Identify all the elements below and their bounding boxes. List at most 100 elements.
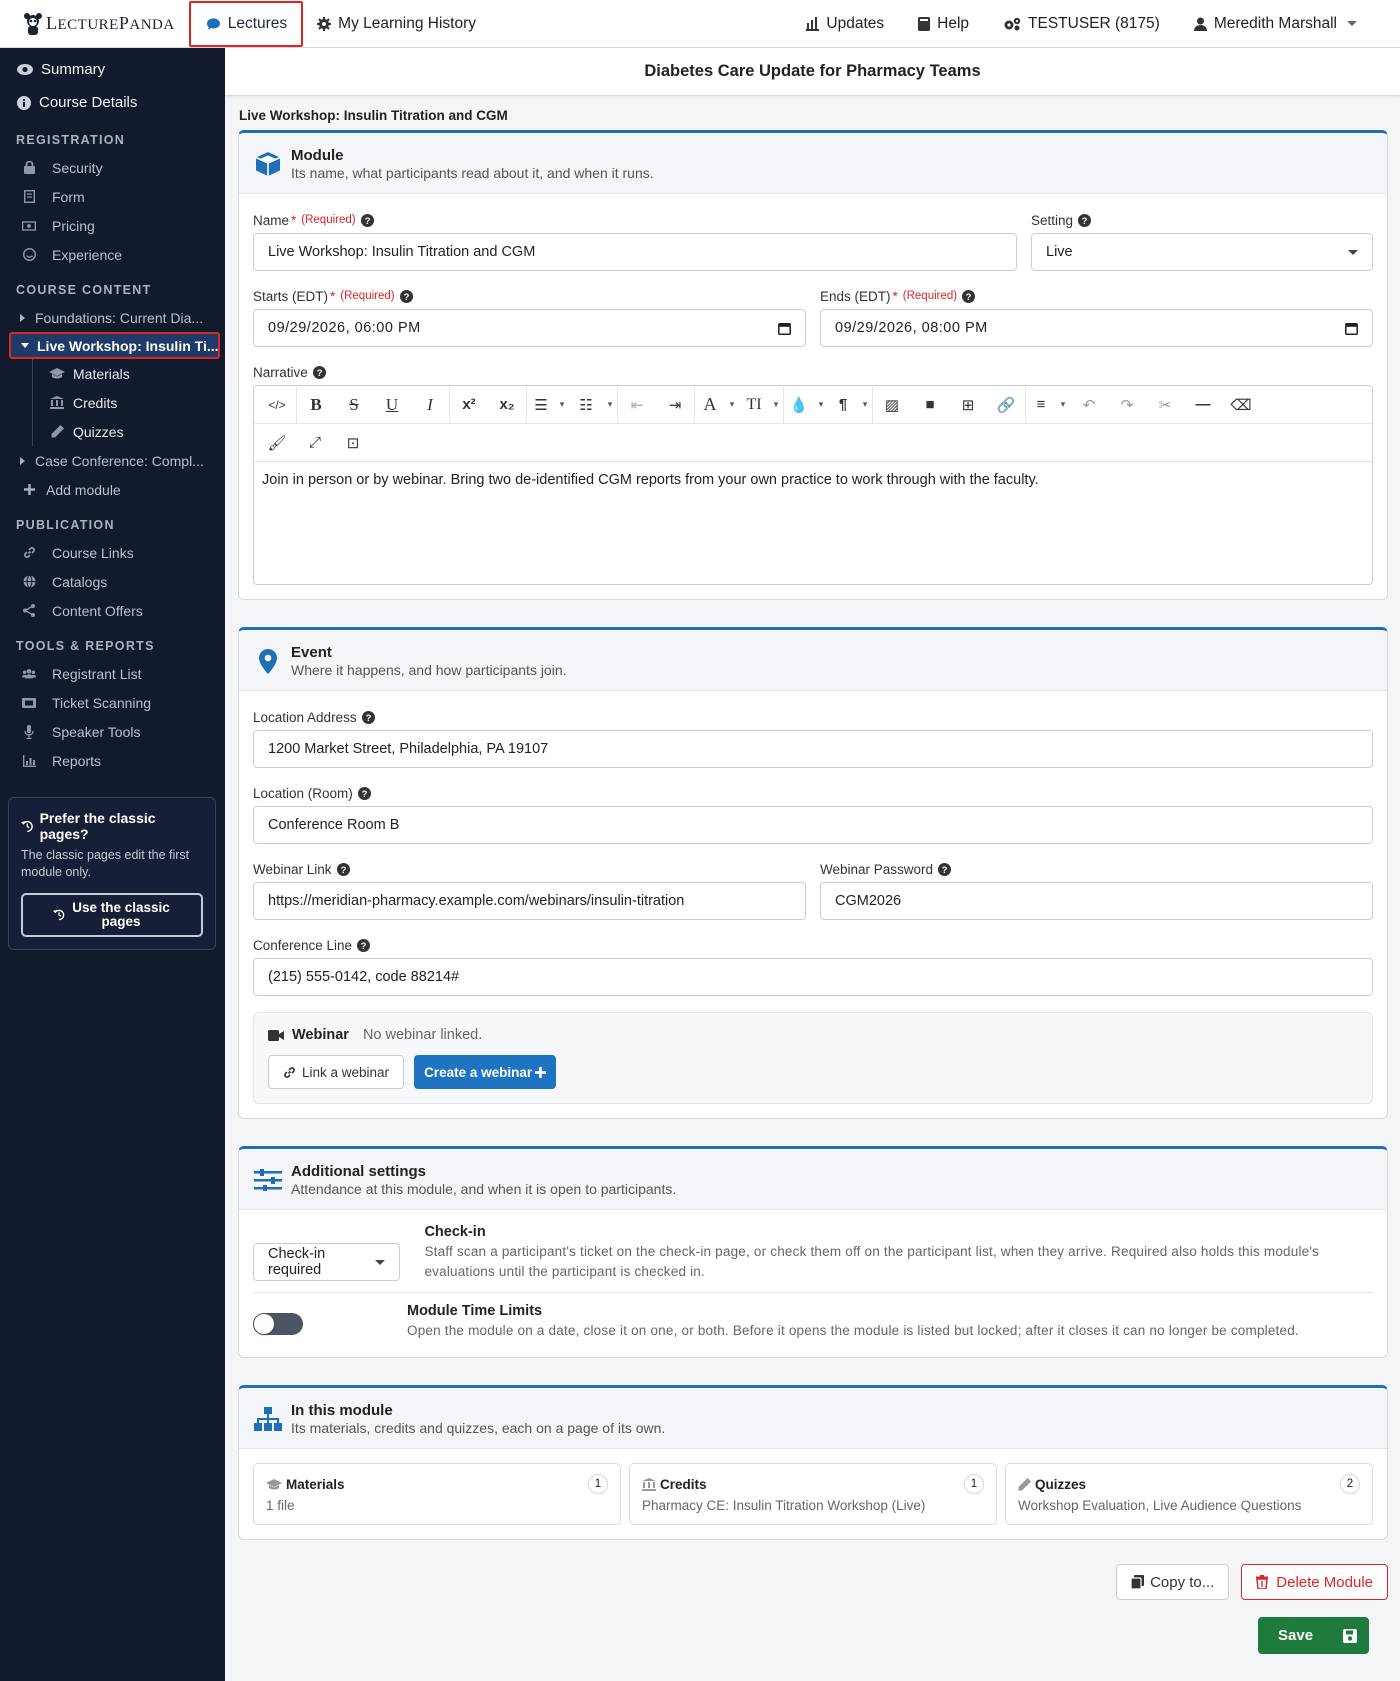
save-button[interactable]: Save bbox=[1258, 1617, 1369, 1654]
sidebar-item-catalogs[interactable]: Catalogs bbox=[0, 567, 225, 596]
sidebar-sub-materials[interactable]: Materials bbox=[32, 359, 225, 388]
question-circle-icon[interactable]: ? bbox=[938, 862, 952, 876]
starts-datetime-input[interactable]: 09/29/2026, 06:00 PM bbox=[253, 309, 806, 347]
sidebar-item-form[interactable]: Form bbox=[0, 182, 225, 211]
redo-icon[interactable]: ↷ bbox=[1108, 386, 1146, 424]
video-icon[interactable]: ■ bbox=[911, 386, 949, 424]
question-circle-icon[interactable]: ? bbox=[336, 862, 350, 876]
sidebar-item-pricing[interactable]: Pricing bbox=[0, 211, 225, 240]
paragraph-icon[interactable]: ¶ bbox=[828, 386, 858, 424]
checkin-select[interactable]: Check-in required bbox=[253, 1243, 401, 1281]
setting-select[interactable]: Live bbox=[1031, 233, 1373, 271]
use-classic-pages-button[interactable]: Use the classic pages bbox=[21, 893, 203, 937]
ends-label: Ends (EDT) * (Required)? bbox=[820, 287, 1373, 305]
image-icon[interactable]: ▨ bbox=[873, 386, 911, 424]
sidebar-module-1[interactable]: Foundations: Current Dia... bbox=[0, 303, 225, 332]
ends-datetime-input[interactable]: 09/29/2026, 08:00 PM bbox=[820, 309, 1373, 347]
question-circle-icon[interactable]: ? bbox=[399, 289, 413, 303]
chevron-down-icon[interactable]: ▾ bbox=[858, 386, 872, 424]
logo[interactable]: LECTUREPANDA bbox=[0, 0, 189, 48]
question-circle-icon[interactable]: ? bbox=[357, 938, 371, 952]
undo-icon[interactable]: ↶ bbox=[1070, 386, 1108, 424]
webinar-link-input[interactable]: https://meridian-pharmacy.example.com/we… bbox=[253, 882, 806, 920]
italic-icon[interactable]: I bbox=[411, 386, 449, 424]
module-name-input[interactable]: Live Workshop: Insulin Titration and CGM bbox=[253, 233, 1017, 271]
table-icon[interactable]: ⊞ bbox=[949, 386, 987, 424]
nav-lectures[interactable]: Lectures bbox=[188, 0, 304, 47]
narrative-text[interactable]: Join in person or by webinar. Bring two … bbox=[254, 462, 1372, 584]
chevron-down-icon[interactable]: ▾ bbox=[1056, 386, 1070, 424]
superscript-icon[interactable]: x² bbox=[450, 386, 488, 424]
sidebar-item-registrant-list[interactable]: Registrant List bbox=[0, 659, 225, 688]
nav-updates[interactable]: Updates bbox=[789, 0, 901, 48]
font-icon[interactable]: A bbox=[695, 386, 725, 424]
time-limits-toggle[interactable] bbox=[253, 1313, 303, 1335]
bullet-list-icon[interactable]: ☰ bbox=[527, 386, 555, 424]
materials-tile[interactable]: Materials 1 1 file bbox=[253, 1463, 621, 1525]
sidebar-item-ticket-scanning[interactable]: Ticket Scanning bbox=[0, 688, 225, 717]
question-circle-icon[interactable]: ? bbox=[1078, 213, 1092, 227]
sidebar-course-details[interactable]: Course Details bbox=[0, 86, 225, 119]
credits-tile[interactable]: Credits 1 Pharmacy CE: Insulin Titration … bbox=[629, 1463, 997, 1525]
cut-icon[interactable]: ✂ bbox=[1146, 386, 1184, 424]
sidebar-add-module[interactable]: Add module bbox=[0, 475, 225, 504]
create-webinar-button[interactable]: Create a webinar bbox=[414, 1055, 557, 1089]
horizontal-rule-icon[interactable]: — bbox=[1184, 386, 1222, 424]
nav-help[interactable]: Help bbox=[901, 0, 986, 48]
sidebar-sub-credits[interactable]: Credits bbox=[32, 388, 225, 417]
chevron-down-icon[interactable]: ▾ bbox=[814, 386, 828, 424]
text-size-icon[interactable]: TI bbox=[739, 386, 769, 424]
svg-text:?: ? bbox=[942, 865, 948, 876]
bold-icon[interactable]: B bbox=[297, 386, 335, 424]
quizzes-tile[interactable]: Quizzes 2 Workshop Evaluation, Live Audie… bbox=[1005, 1463, 1373, 1525]
select-all-icon[interactable]: ⊡ bbox=[334, 424, 372, 462]
nav-learning-history[interactable]: My Learning History bbox=[303, 0, 490, 48]
outdent-icon[interactable]: ⇤ bbox=[618, 386, 656, 424]
delete-module-button[interactable]: Delete Module bbox=[1241, 1564, 1388, 1600]
webinar-password-input[interactable]: CGM2026 bbox=[820, 882, 1373, 920]
numbered-list-icon[interactable]: ☷ bbox=[569, 386, 603, 424]
question-circle-icon[interactable]: ? bbox=[357, 786, 371, 800]
link-webinar-button[interactable]: Link a webinar bbox=[268, 1055, 405, 1089]
strikethrough-icon[interactable]: S bbox=[335, 386, 373, 424]
sidebar-item-reports[interactable]: Reports bbox=[0, 746, 225, 775]
graduation-cap-icon bbox=[266, 1478, 282, 1489]
code-view-icon[interactable]: </> bbox=[258, 386, 296, 424]
question-circle-icon[interactable]: ? bbox=[360, 213, 374, 227]
fullscreen-icon[interactable]: ⤢ bbox=[296, 424, 334, 462]
sidebar-item-course-links[interactable]: Course Links bbox=[0, 538, 225, 567]
location-room-input[interactable]: Conference Room B bbox=[253, 806, 1373, 844]
calendar-icon[interactable] bbox=[778, 322, 791, 335]
chevron-down-icon[interactable]: ▾ bbox=[603, 386, 617, 424]
text-color-icon[interactable]: 💧 bbox=[784, 386, 814, 424]
format-painter-icon[interactable]: 🖌 bbox=[258, 424, 296, 462]
eraser-icon[interactable]: ⌫ bbox=[1222, 386, 1260, 424]
sidebar-item-security[interactable]: Security bbox=[0, 153, 225, 182]
align-icon[interactable]: ≡ bbox=[1026, 386, 1056, 424]
time-limits-row: Module Time Limits Open the module on a d… bbox=[253, 1293, 1373, 1351]
sidebar-module-3[interactable]: Case Conference: Compl... bbox=[0, 446, 225, 475]
indent-icon[interactable]: ⇥ bbox=[656, 386, 694, 424]
sidebar-module-2-active[interactable]: Live Workshop: Insulin Ti... bbox=[9, 332, 220, 359]
underline-icon[interactable]: U bbox=[373, 386, 411, 424]
sidebar-item-content-offers[interactable]: Content Offers bbox=[0, 596, 225, 625]
sidebar-item-speaker-tools[interactable]: Speaker Tools bbox=[0, 717, 225, 746]
sidebar-sub-quizzes[interactable]: Quizzes bbox=[32, 417, 225, 446]
calendar-icon[interactable] bbox=[1345, 322, 1358, 335]
question-circle-icon[interactable]: ? bbox=[361, 710, 375, 724]
nav-account[interactable]: TESTUSER (8175) bbox=[986, 0, 1177, 48]
sidebar-item-experience[interactable]: Experience bbox=[0, 240, 225, 269]
question-circle-icon[interactable]: ? bbox=[312, 365, 326, 379]
chevron-down-icon[interactable]: ▾ bbox=[725, 386, 739, 424]
question-circle-icon[interactable]: ? bbox=[962, 289, 976, 303]
sidebar-summary[interactable]: Summary bbox=[0, 53, 225, 86]
copy-to-button[interactable]: Copy to... bbox=[1116, 1564, 1230, 1600]
chevron-down-icon[interactable]: ▾ bbox=[555, 386, 569, 424]
subscript-icon[interactable]: x₂ bbox=[488, 386, 526, 424]
chevron-down-icon[interactable]: ▾ bbox=[769, 386, 783, 424]
location-address-input[interactable]: 1200 Market Street, Philadelphia, PA 191… bbox=[253, 730, 1373, 768]
link-icon[interactable]: 🔗 bbox=[987, 386, 1025, 424]
user-menu[interactable]: Meredith Marshall bbox=[1177, 0, 1374, 48]
event-card-subtitle: Where it happens, and how participants j… bbox=[291, 662, 567, 678]
conference-line-input[interactable]: (215) 555-0142, code 88214# bbox=[253, 958, 1373, 996]
